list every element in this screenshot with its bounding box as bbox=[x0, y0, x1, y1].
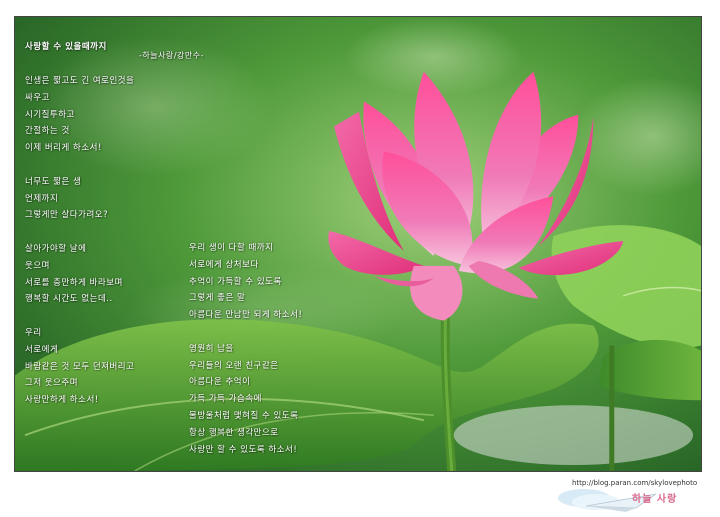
poem-line: 아름다운 만남만 되게 하소서! bbox=[189, 310, 303, 321]
poem-line: 웃으며 bbox=[25, 260, 50, 271]
photo-frame: 사랑할 수 있을때까지 -하늘사랑/강만수- 인생은 짧고도 긴 여로인것을싸우… bbox=[14, 16, 702, 472]
poem-line: 그저 웃으주며 bbox=[25, 378, 79, 389]
poem-line: 서로에게 상처보다 bbox=[189, 259, 259, 270]
poem-line: 바람같은 것 모두 던져버리고 bbox=[25, 361, 135, 372]
poem-author: -하늘사랑/강만수- bbox=[139, 51, 204, 60]
poem-line: 물방울처럼 맺혀질 수 있도록 bbox=[189, 411, 299, 421]
poem-line: 추억이 가득할 수 있도록 bbox=[189, 276, 282, 287]
poem-line: 인생은 짧고도 긴 여로인것을 bbox=[25, 76, 135, 86]
poem-line: 이제 버리게 하소서! bbox=[25, 143, 102, 154]
poem-line: 너무도 짧은 생 bbox=[25, 176, 82, 187]
poem-line: 우리들의 오랜 친구같은 bbox=[189, 360, 279, 371]
poem-title: 사랑할 수 있을때까지 bbox=[25, 42, 107, 52]
poem-line: 우리 생이 다할 때까지 bbox=[189, 243, 274, 253]
poem-line: 싸우고 bbox=[25, 92, 50, 103]
poem-line: 살아가야할 날에 bbox=[25, 244, 87, 254]
poem-line: 행복할 시간도 없는데.. bbox=[25, 294, 113, 305]
poem-line: 영원히 남을 bbox=[189, 343, 234, 354]
poem-line: 그렇게만 살다가려오? bbox=[25, 210, 109, 221]
poem-line: 항상 행복한 생각만으로 bbox=[189, 427, 279, 438]
poem-line: 사랑만하게 하소서! bbox=[25, 395, 99, 406]
poem-line: 가득 가득 가슴속에 bbox=[189, 394, 262, 405]
poem-line: 서로를 충만하게 바라보며 bbox=[25, 277, 123, 288]
poem-line: 언제까지 bbox=[25, 193, 59, 204]
poem-line: 서로에게 bbox=[25, 344, 59, 355]
poem-line: 사랑만 할 수 있도록 하소서! bbox=[189, 444, 298, 455]
blog-logo-text: 하늘 사랑 bbox=[632, 494, 678, 505]
poem-line: 아름다운 추억이 bbox=[189, 377, 251, 388]
poem-line: 우리 bbox=[25, 328, 42, 338]
poem-line: 시기질투하고 bbox=[25, 109, 75, 120]
poem-line: 간절하는 것 bbox=[25, 126, 70, 137]
poem-line: 그렇게 좋은 말 bbox=[189, 293, 246, 304]
